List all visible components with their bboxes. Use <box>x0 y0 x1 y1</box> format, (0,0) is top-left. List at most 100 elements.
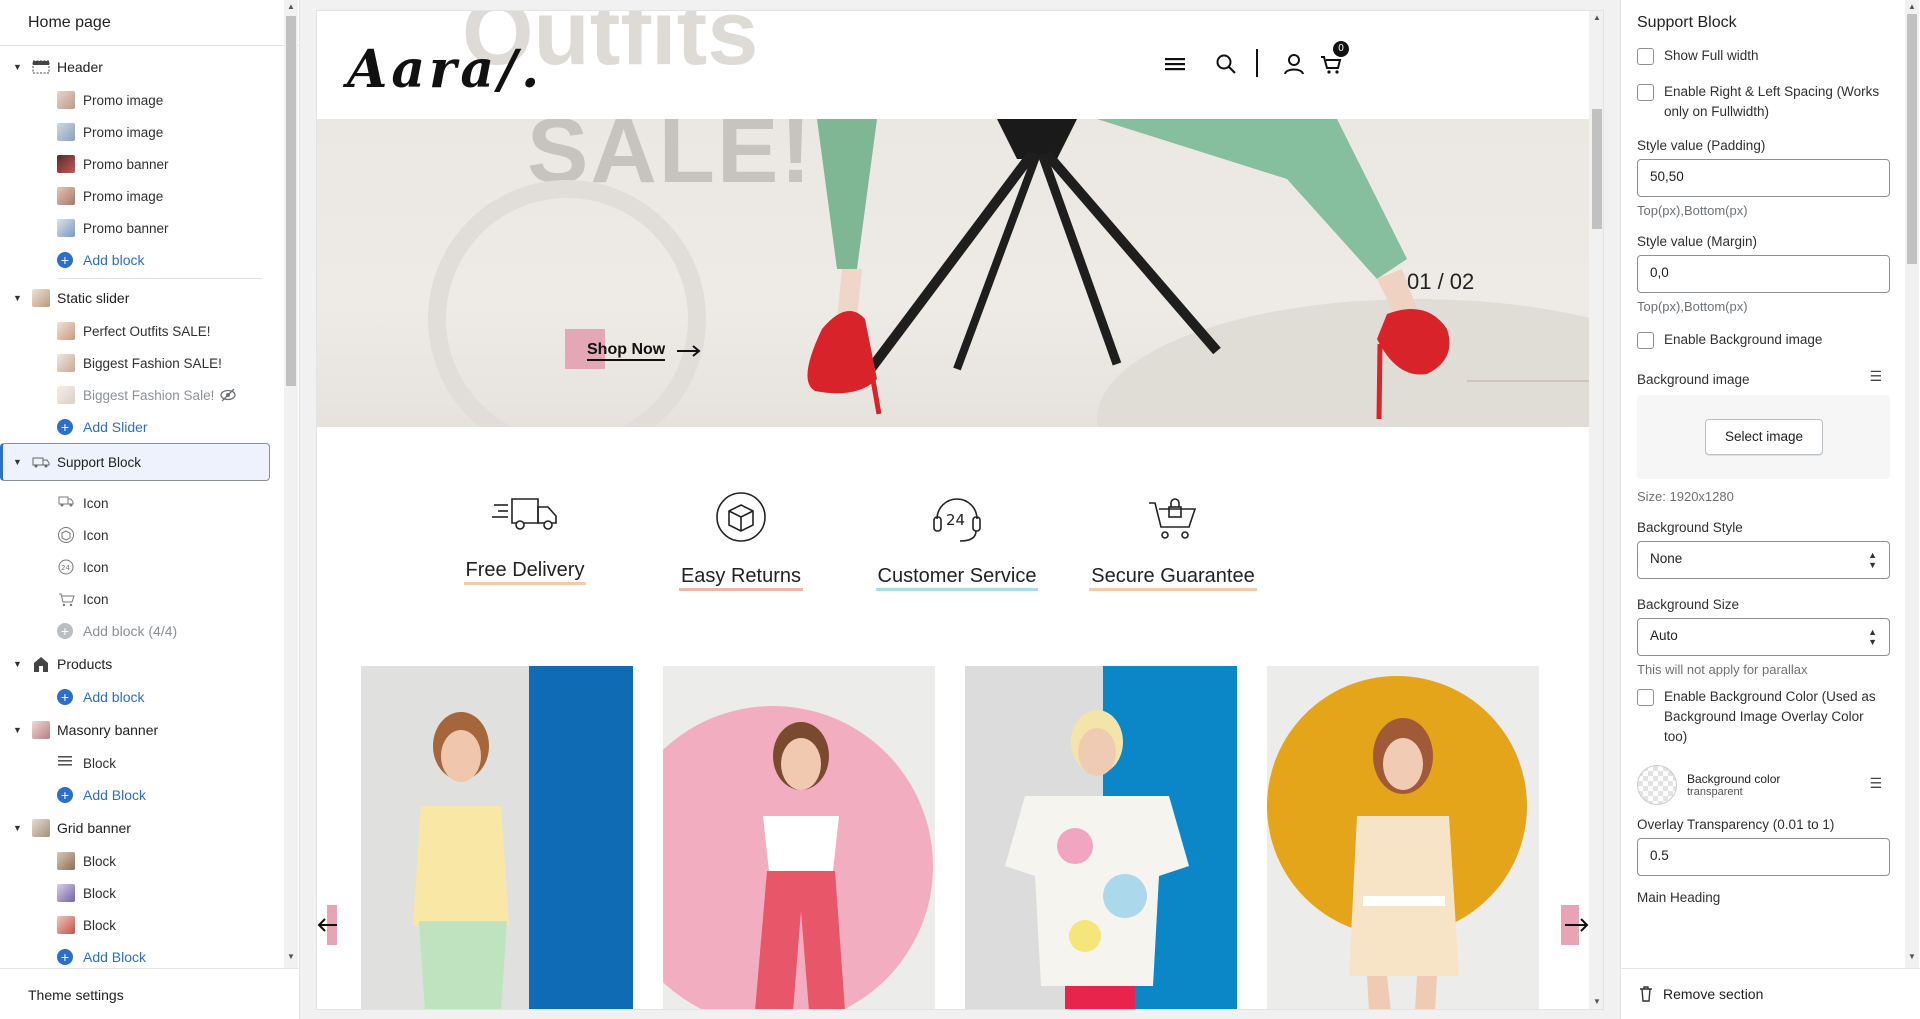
grid-thumbnail-icon <box>31 819 51 837</box>
bg-size-select[interactable]: Auto ▲ ▼ <box>1637 618 1890 656</box>
overlay-input[interactable]: 0.5 <box>1637 838 1890 876</box>
settings-scrollbar[interactable]: ▲ ▼ <box>1905 0 1919 968</box>
bg-style-select[interactable]: None ▲ ▼ <box>1637 541 1890 579</box>
remove-section-button[interactable]: Remove section <box>1621 968 1920 1019</box>
block-icon[interactable]: Icon <box>0 519 282 551</box>
cart-lock-icon <box>57 590 75 608</box>
block-label: Promo image <box>83 124 164 140</box>
left-scrollbar[interactable]: ▲ ▼ <box>284 0 298 968</box>
scroll-thumb[interactable] <box>1907 14 1917 264</box>
theme-settings-button[interactable]: Theme settings <box>0 968 300 1019</box>
hamburger-menu-icon[interactable] <box>1162 51 1188 77</box>
headset-24-icon: 24 <box>933 498 981 542</box>
fast-delivery-truck-icon <box>492 498 557 530</box>
product-image[interactable] <box>361 666 633 1010</box>
block-icon[interactable]: Icon <box>0 487 282 519</box>
left-sidebar: Home page ▼ Header Promo image Promo ima… <box>0 0 300 1019</box>
caret-down-icon[interactable]: ▼ <box>13 659 23 669</box>
scroll-down-arrow-icon[interactable]: ▼ <box>287 952 295 961</box>
enable-spacing-checkbox[interactable]: Enable Right & Left Spacing (Works only … <box>1637 82 1890 122</box>
add-label: Add block <box>83 689 145 705</box>
store-logo[interactable]: Aara/. <box>347 39 543 100</box>
trash-icon <box>1640 986 1652 1002</box>
scroll-up-arrow-icon[interactable]: ▲ <box>287 2 295 11</box>
show-full-width-checkbox[interactable]: Show Full width <box>1637 46 1890 66</box>
block-icon[interactable]: Icon <box>0 583 282 615</box>
user-account-icon[interactable] <box>1281 51 1307 77</box>
add-block-button[interactable]: + Add Block <box>0 941 282 968</box>
section-label: Products <box>57 656 113 672</box>
settings-form: Support Block Show Full width Enable Rig… <box>1637 0 1890 968</box>
section-static-slider[interactable]: ▼ Static slider <box>0 281 282 315</box>
margin-input[interactable]: 0,0 <box>1637 255 1890 293</box>
product-image[interactable] <box>663 666 935 1010</box>
checkbox[interactable] <box>1637 48 1654 65</box>
image-picker: Select image <box>1637 395 1890 479</box>
product-image[interactable] <box>1267 666 1539 1010</box>
dynamic-source-icon[interactable]: ☰ <box>1869 368 1882 385</box>
color-swatch[interactable] <box>1637 765 1677 805</box>
checkbox[interactable] <box>1637 689 1654 706</box>
section-grid-banner[interactable]: ▼ Grid banner <box>0 811 282 845</box>
scroll-down-arrow-icon[interactable]: ▼ <box>1593 997 1601 1006</box>
block-promo-banner[interactable]: Promo banner <box>0 148 282 180</box>
caret-down-icon[interactable]: ▼ <box>13 823 23 833</box>
block-item[interactable]: Block <box>0 909 282 941</box>
enable-bg-image-checkbox[interactable]: Enable Background image <box>1637 330 1890 350</box>
checkbox[interactable] <box>1637 332 1654 349</box>
section-header[interactable]: ▼ Header <box>0 50 282 84</box>
product-image[interactable] <box>965 666 1237 1010</box>
checkbox[interactable] <box>1637 84 1654 101</box>
carousel-prev-button[interactable] <box>317 905 337 945</box>
padding-input[interactable]: 50,50 <box>1637 159 1890 197</box>
scroll-thumb[interactable] <box>1592 109 1602 229</box>
block-slide[interactable]: Biggest Fashion SALE! <box>0 347 282 379</box>
block-promo-image[interactable]: Promo image <box>0 84 282 116</box>
block-promo-image[interactable]: Promo image <box>0 180 282 212</box>
preview-scrollbar[interactable]: ▲ ▼ <box>1589 11 1603 1009</box>
search-icon[interactable] <box>1213 51 1239 77</box>
bg-size-label: Background Size <box>1637 597 1740 612</box>
site-header: Outfits Aara/. 0 <box>317 11 1589 119</box>
add-block-button[interactable]: + Add block <box>0 244 282 276</box>
block-item[interactable]: Block <box>0 747 282 779</box>
select-image-button[interactable]: Select image <box>1705 419 1823 455</box>
block-item[interactable]: Block <box>0 845 282 877</box>
caret-down-icon[interactable]: ▼ <box>13 725 23 735</box>
select-arrows-icon: ▲ ▼ <box>1868 627 1877 647</box>
bg-color-row[interactable]: Background color transparent ☰ <box>1637 763 1890 807</box>
caret-down-icon[interactable]: ▼ <box>13 293 23 303</box>
scroll-thumb[interactable] <box>286 16 296 386</box>
masonry-thumbnail-icon <box>31 721 51 739</box>
block-icon[interactable]: 24 Icon <box>0 551 282 583</box>
shop-now-button[interactable]: Shop Now <box>565 329 703 369</box>
carousel-next-button[interactable] <box>1561 905 1591 945</box>
shop-now-label: Shop Now <box>587 341 666 361</box>
scroll-up-arrow-icon[interactable]: ▲ <box>1593 13 1601 22</box>
svg-text:24: 24 <box>61 564 70 572</box>
feature-easy-returns: Easy Returns <box>631 489 851 591</box>
caret-down-icon[interactable]: ▼ <box>13 62 23 72</box>
add-slider-button[interactable]: + Add Slider <box>0 411 282 443</box>
caret-down-icon[interactable]: ▼ <box>13 457 23 467</box>
thumbnail-icon <box>57 187 75 205</box>
section-support-block[interactable]: ▼ Support Block <box>0 443 270 481</box>
block-slide[interactable]: Perfect Outfits SALE! <box>0 315 282 347</box>
enable-bg-color-checkbox[interactable]: Enable Background Color (Used as Backgro… <box>1637 687 1890 747</box>
add-block-button[interactable]: + Add block <box>0 681 282 713</box>
arrow-right-icon <box>677 345 701 357</box>
scroll-up-arrow-icon[interactable]: ▲ <box>1908 2 1916 11</box>
block-promo-image[interactable]: Promo image <box>0 116 282 148</box>
eye-slash-icon[interactable] <box>220 388 236 402</box>
section-products[interactable]: ▼ Products <box>0 647 282 681</box>
block-promo-banner[interactable]: Promo banner <box>0 212 282 244</box>
block-slide-hidden[interactable]: Biggest Fashion Sale! <box>0 379 282 411</box>
scroll-down-arrow-icon[interactable]: ▼ <box>1908 952 1916 961</box>
dynamic-source-icon[interactable]: ☰ <box>1869 775 1882 792</box>
section-masonry-banner[interactable]: ▼ Masonry banner <box>0 713 282 747</box>
svg-text:24: 24 <box>946 511 965 529</box>
block-item[interactable]: Block <box>0 877 282 909</box>
add-block-button[interactable]: + Add Block <box>0 779 282 811</box>
add-label: Add Slider <box>83 419 148 435</box>
section-label: Grid banner <box>57 820 131 836</box>
